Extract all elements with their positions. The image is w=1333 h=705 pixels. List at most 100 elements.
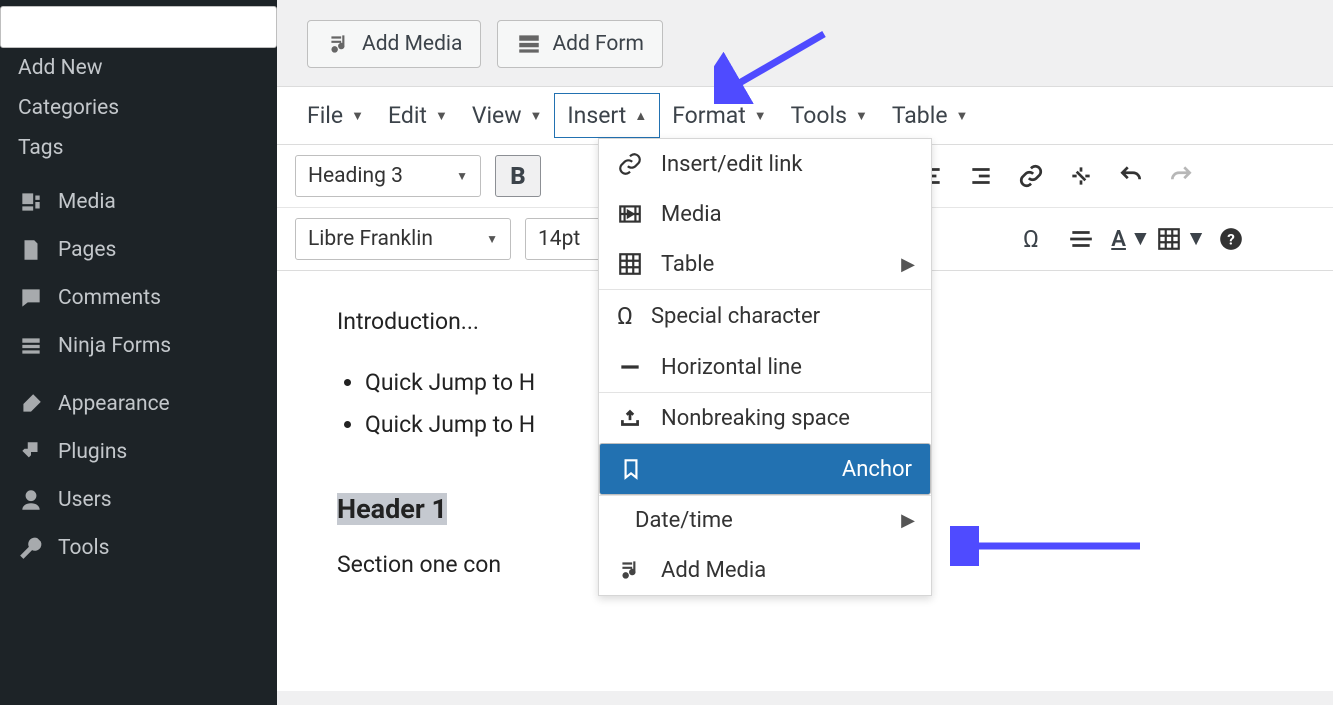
sidebar-item-plugins[interactable]: Plugins — [0, 428, 277, 476]
bookmark-icon — [618, 456, 644, 482]
media-reel-icon — [617, 201, 643, 227]
dropdown-label: Special character — [651, 304, 820, 329]
add-form-button[interactable]: Add Form — [497, 20, 663, 68]
chevron-down-icon: ▼ — [530, 108, 543, 124]
dropdown-label: Add Media — [661, 558, 766, 583]
sidebar-item-media[interactable]: Media — [0, 178, 277, 226]
dropdown-label: Anchor — [842, 457, 912, 482]
hr-icon — [1068, 226, 1094, 252]
link-button[interactable] — [1009, 156, 1053, 196]
annotation-arrow-1 — [714, 24, 834, 104]
chevron-right-icon: ▶ — [901, 254, 915, 275]
pages-icon — [18, 237, 44, 263]
omega-icon: Ω — [617, 302, 633, 330]
dropdown-table[interactable]: Table ▶ — [599, 239, 931, 289]
dropdown-add-media[interactable]: Add Media — [599, 545, 931, 595]
dropdown-datetime[interactable]: Date/time ▶ — [599, 496, 931, 545]
chevron-down-icon: ▼ — [456, 169, 468, 183]
insert-dropdown: Insert/edit link Media Table ▶ Ω Special… — [598, 138, 932, 596]
brush-icon — [18, 391, 44, 417]
dropdown-nonbreaking-space[interactable]: Nonbreaking space — [599, 393, 931, 443]
text-color-icon: A — [1111, 227, 1126, 252]
unlink-button[interactable] — [1059, 156, 1103, 196]
dropdown-label: Date/time — [635, 508, 733, 533]
chevron-down-icon: ▼ — [435, 108, 448, 124]
chevron-down-icon: ▼ — [1186, 227, 1207, 251]
sidebar-item-pages[interactable]: Pages — [0, 226, 277, 274]
camera-music-icon — [617, 557, 643, 583]
table-icon — [1156, 226, 1182, 252]
dropdown-special-char[interactable]: Ω Special character — [599, 290, 931, 342]
minus-icon — [617, 354, 643, 380]
unlink-icon — [1068, 163, 1094, 189]
user-icon — [18, 487, 44, 513]
help-button[interactable]: ? — [1209, 219, 1253, 259]
dropdown-label: Table — [661, 252, 714, 277]
table-button[interactable]: ▼ — [1159, 219, 1203, 259]
sidebar-item-label: Pages — [58, 238, 116, 262]
camera-music-icon — [326, 31, 352, 57]
comments-icon — [18, 285, 44, 311]
menu-table[interactable]: Table▼ — [880, 94, 981, 137]
bold-icon: B — [510, 162, 525, 190]
forms-icon — [18, 333, 44, 359]
button-label: Add Form — [552, 32, 644, 56]
dropdown-insert-link[interactable]: Insert/edit link — [599, 139, 931, 189]
dropdown-horizontal-line[interactable]: Horizontal line — [599, 342, 931, 392]
menu-insert[interactable]: Insert▲ — [554, 93, 660, 138]
special-char-button[interactable]: Ω — [1009, 219, 1053, 259]
link-icon — [617, 151, 643, 177]
chevron-down-icon: ▼ — [855, 108, 868, 124]
sidebar-item-label: Users — [58, 488, 112, 512]
bold-button[interactable]: B — [495, 155, 541, 197]
admin-sidebar: All Posts Add New Categories Tags Media … — [0, 0, 277, 705]
sidebar-item-label: Appearance — [58, 392, 170, 416]
sidebar-sub-all-posts[interactable]: All Posts — [0, 6, 277, 48]
chevron-down-icon: ▼ — [486, 232, 498, 246]
dropdown-anchor[interactable]: Anchor — [599, 443, 931, 495]
font-select[interactable]: Libre Franklin▼ — [295, 218, 511, 260]
format-select[interactable]: Heading 3▼ — [295, 155, 481, 197]
sidebar-sub-categories[interactable]: Categories — [0, 88, 277, 128]
redo-button[interactable] — [1159, 156, 1203, 196]
add-media-button[interactable]: Add Media — [307, 20, 481, 68]
table-icon — [617, 251, 643, 277]
sidebar-item-label: Plugins — [58, 440, 127, 464]
align-right-button[interactable] — [959, 156, 1003, 196]
undo-icon — [1118, 163, 1144, 189]
link-icon — [1018, 163, 1044, 189]
wrench-icon — [18, 535, 44, 561]
menu-file[interactable]: File▼ — [295, 94, 376, 137]
sidebar-sub-tags[interactable]: Tags — [0, 128, 277, 168]
chevron-down-icon: ▼ — [351, 108, 364, 124]
svg-text:?: ? — [1227, 230, 1235, 248]
dropdown-label: Horizontal line — [661, 355, 802, 380]
annotation-arrow-2 — [950, 526, 1150, 566]
undo-button[interactable] — [1109, 156, 1153, 196]
chevron-right-icon: ▶ — [901, 510, 915, 531]
sidebar-item-users[interactable]: Users — [0, 476, 277, 524]
sidebar-item-comments[interactable]: Comments — [0, 274, 277, 322]
sidebar-item-label: Ninja Forms — [58, 334, 171, 358]
sidebar-sub-add-new[interactable]: Add New — [0, 48, 277, 88]
nbsp-icon — [617, 405, 643, 431]
hr-button[interactable] — [1059, 219, 1103, 259]
dropdown-label: Media — [661, 202, 722, 227]
menu-edit[interactable]: Edit▼ — [376, 94, 460, 137]
sidebar-item-tools[interactable]: Tools — [0, 524, 277, 572]
button-label: Add Media — [362, 32, 462, 56]
dropdown-media[interactable]: Media — [599, 189, 931, 239]
help-icon: ? — [1218, 226, 1244, 252]
sidebar-item-label: Tools — [58, 536, 109, 560]
menu-view[interactable]: View▼ — [460, 94, 555, 137]
sidebar-item-label: Comments — [58, 286, 161, 310]
omega-icon: Ω — [1023, 225, 1039, 253]
text-color-button[interactable]: A▼ — [1109, 219, 1153, 259]
sidebar-item-ninja-forms[interactable]: Ninja Forms — [0, 322, 277, 370]
sidebar-item-appearance[interactable]: Appearance — [0, 380, 277, 428]
chevron-down-icon: ▼ — [1130, 227, 1151, 251]
chevron-down-icon: ▼ — [956, 108, 969, 124]
media-icon — [18, 189, 44, 215]
form-grid-icon — [516, 31, 542, 57]
plug-icon — [18, 439, 44, 465]
